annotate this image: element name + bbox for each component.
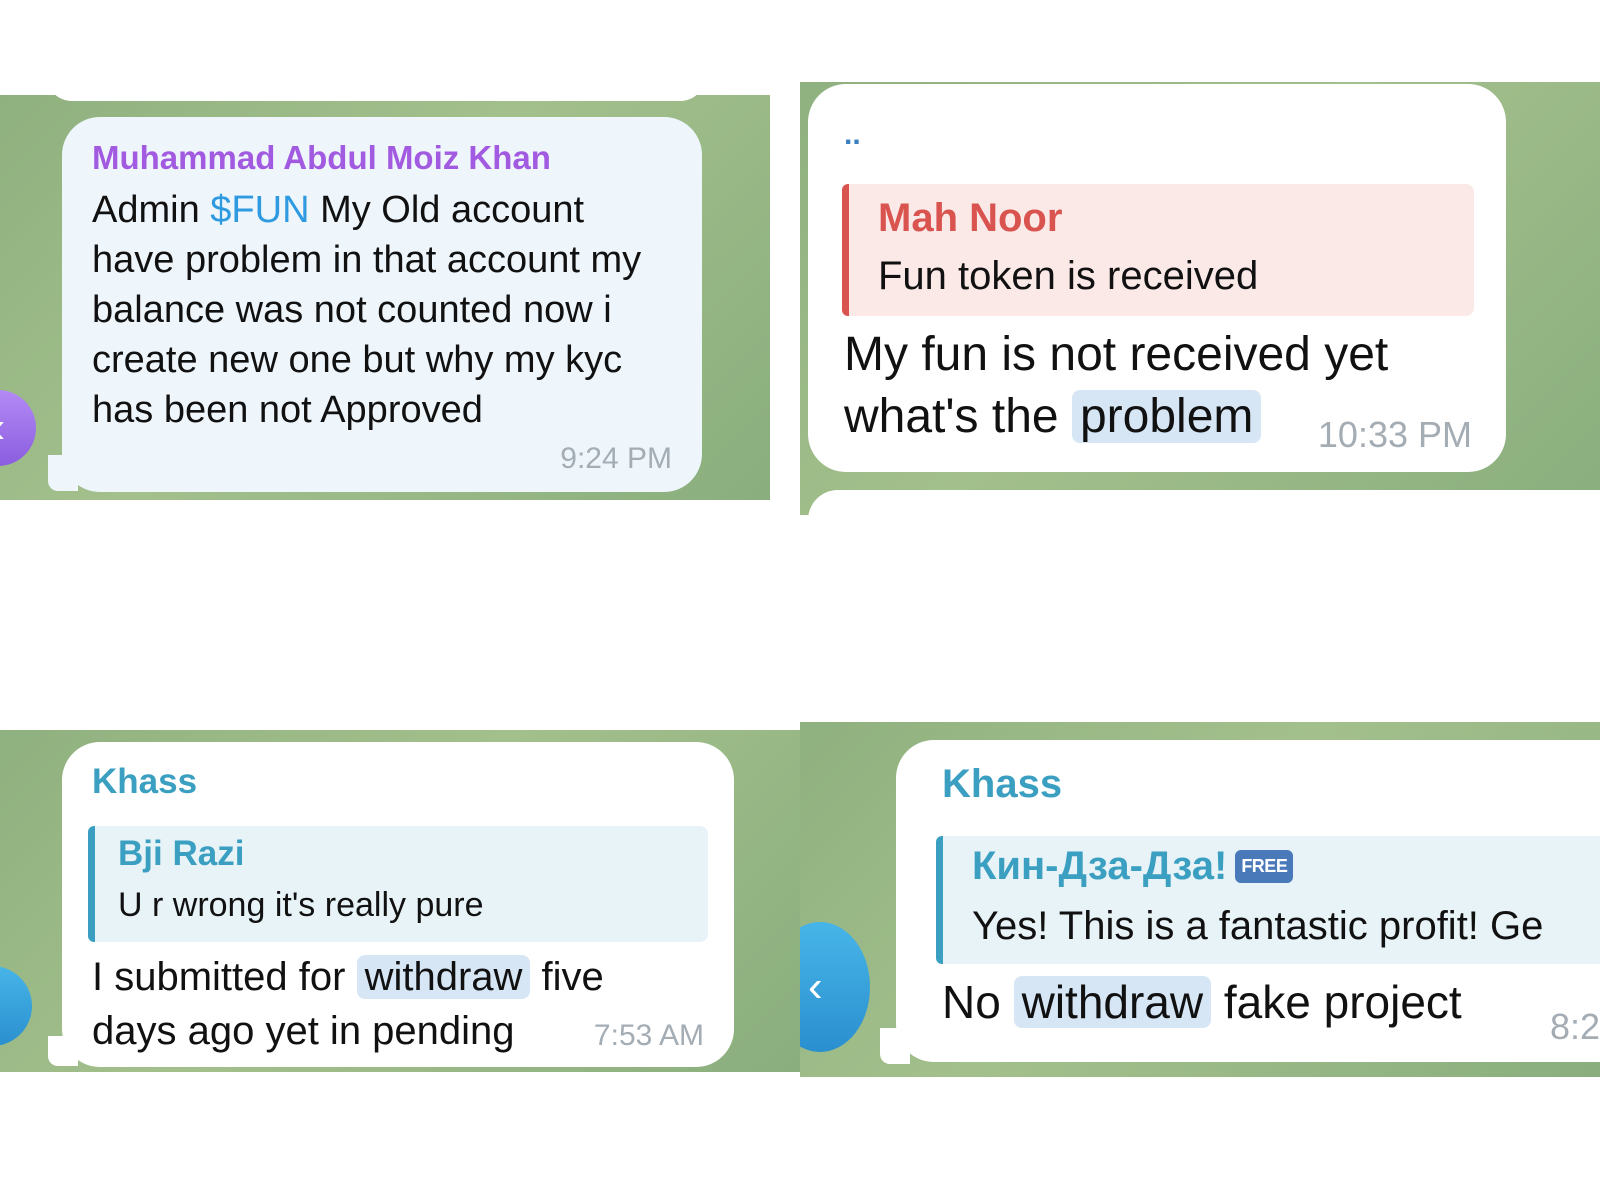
message-time: 10:33 PM <box>1317 414 1472 455</box>
message-text: Admin $FUN My Old account have problem i… <box>92 185 677 435</box>
message-bubble[interactable]: Muhammad Abdul Moiz Khan Admin $FUN My O… <box>62 117 702 492</box>
quote-sender: Mah Noor <box>878 196 1063 240</box>
message-time: 9:24 PM <box>560 442 672 475</box>
message-time: 8:2 <box>1550 1006 1600 1047</box>
quote-bar <box>842 184 849 316</box>
back-avatar-icon[interactable]: ‹ <box>0 390 36 466</box>
sender-name[interactable]: Khass <box>942 762 1062 807</box>
sender-name[interactable]: Muhammad Abdul Moiz Khan <box>92 139 551 177</box>
quote-bar <box>88 826 95 942</box>
message-bubble[interactable]: .. Mah Noor Fun token is received My fun… <box>808 84 1506 472</box>
forward-dots: .. <box>844 118 861 151</box>
reply-quote[interactable]: Bji Razi U r wrong it's really pure <box>88 826 708 942</box>
quote-sender: Кин-Дза-Дза! <box>972 844 1228 888</box>
quote-sender: Bji Razi <box>118 834 245 873</box>
message-text-start: Admin <box>92 189 211 231</box>
quote-bar <box>936 836 943 964</box>
search-highlight: problem <box>1071 390 1262 443</box>
chat-panel-1: ‹ Muhammad Abdul Moiz Khan Admin $FUN My… <box>0 95 770 500</box>
search-highlight: withdraw <box>1013 976 1212 1028</box>
previous-message-edge <box>46 95 706 101</box>
reply-quote[interactable]: Mah Noor Fun token is received <box>842 184 1474 316</box>
reply-quote[interactable]: Кин-Дза-Дза! FREE Yes! This is a fantasti… <box>936 836 1600 964</box>
message-time: 7:53 AM <box>593 1019 704 1052</box>
quote-header: Кин-Дза-Дза! FREE <box>972 844 1294 889</box>
message-line-1: My fun is not received yet <box>844 328 1389 381</box>
chat-panel-2: .. Mah Noor Fun token is received My fun… <box>800 82 1600 515</box>
back-avatar-icon[interactable]: ‹ <box>800 922 870 1052</box>
message-text-start: what's the <box>844 390 1072 443</box>
message-text-end: fake project <box>1211 976 1462 1028</box>
quote-text: Fun token is received <box>878 254 1259 298</box>
chat-panel-3: Khass Bji Razi U r wrong it's really pur… <box>0 730 800 1072</box>
search-highlight: withdraw <box>356 955 531 999</box>
message-bubble[interactable]: Khass Кин-Дза-Дза! FREE Yes! This is a fa… <box>896 740 1600 1062</box>
quote-text: Yes! This is a fantastic profit! Ge <box>972 904 1544 948</box>
avatar[interactable] <box>0 966 32 1046</box>
free-badge-icon: FREE <box>1235 850 1294 883</box>
quote-text: U r wrong it's really pure <box>118 886 484 924</box>
sender-name[interactable]: Khass <box>92 762 197 802</box>
message-bubble[interactable]: Khass Bji Razi U r wrong it's really pur… <box>62 742 734 1067</box>
message-text-start: No <box>942 976 1014 1028</box>
chat-panel-4: ‹ Khass Кин-Дза-Дза! FREE Yes! This is a … <box>800 722 1600 1077</box>
message-text: No withdraw fake project <box>942 972 1462 1032</box>
message-text-start: I submitted for <box>92 955 357 999</box>
cashtag-link[interactable]: $FUN <box>210 189 309 231</box>
next-message-edge <box>808 490 1600 515</box>
